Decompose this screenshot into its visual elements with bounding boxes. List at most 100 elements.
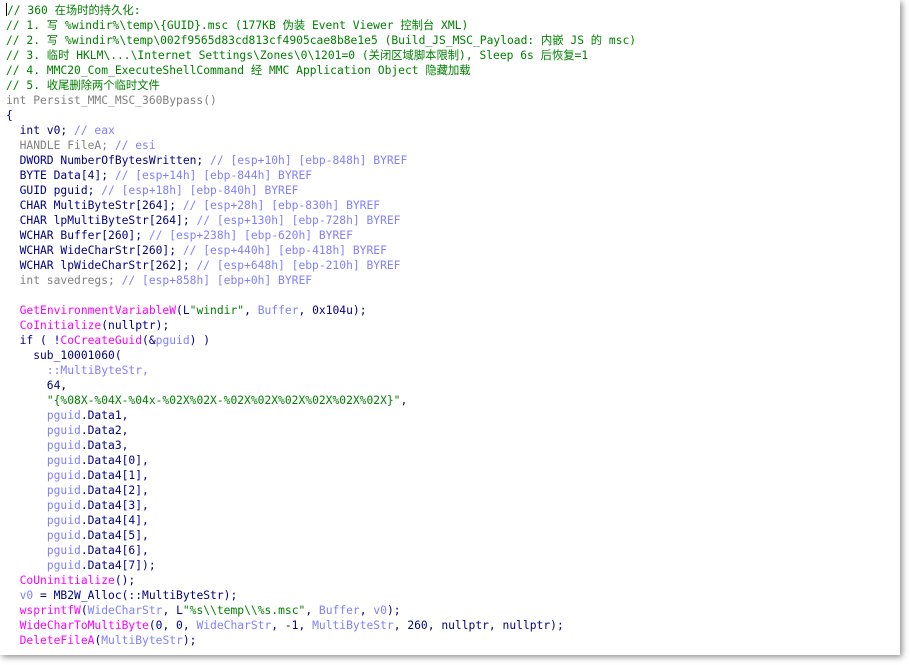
code-line[interactable]: pguid.Data4[4], bbox=[6, 513, 636, 528]
code-line[interactable]: { bbox=[6, 108, 636, 123]
code-token: HANDLE FileA; bbox=[6, 139, 115, 152]
code-token: { bbox=[6, 109, 13, 122]
code-line[interactable]: if ( !CoCreateGuid(&pguid) ) bbox=[6, 333, 636, 348]
code-token: pguid bbox=[46, 454, 81, 467]
code-token: , 260, nullptr, nullptr); bbox=[393, 619, 564, 632]
code-token: WideCharToMultiByte bbox=[19, 619, 149, 632]
code-line[interactable]: CoInitialize(nullptr); bbox=[6, 318, 636, 333]
pseudocode-window: // 360 在场时的持久化: // 1. 写 %windir%\temp\{GU… bbox=[0, 0, 900, 655]
code-line[interactable]: pguid.Data4[6], bbox=[6, 543, 636, 558]
code-token: ::MultiByteStr, bbox=[6, 364, 149, 377]
code-token: ( bbox=[80, 604, 88, 617]
code-line[interactable]: // 360 在场时的持久化: bbox=[6, 3, 636, 18]
code-line[interactable]: pguid.Data1, bbox=[6, 408, 636, 423]
code-token: ); bbox=[182, 634, 197, 647]
code-token: "{%08X-%04X-%04x-%02X%02X-%02X%02X%02X%0… bbox=[46, 394, 401, 407]
code-line[interactable]: "{%08X-%04X-%04x-%02X%02X-%02X%02X%02X%0… bbox=[6, 393, 636, 408]
code-line[interactable]: HANDLE FileA; // esi bbox=[6, 138, 636, 153]
code-line[interactable]: v0 = MB2W_Alloc(::MultiByteStr); bbox=[6, 588, 636, 603]
code-line[interactable]: pguid.Data4[3], bbox=[6, 498, 636, 513]
code-line[interactable]: // 5. 收尾删除两个临时文件 bbox=[6, 78, 636, 93]
code-token: int v0; bbox=[6, 124, 75, 137]
code-line[interactable]: BYTE Data[4]; // [esp+14h] [ebp-844h] BY… bbox=[6, 168, 636, 183]
code-line[interactable]: sub_10001060( bbox=[6, 348, 636, 363]
code-token: , bbox=[400, 394, 408, 407]
code-token: // eax bbox=[74, 124, 115, 137]
code-token: // 1. 写 %windir%\temp\{GUID}.msc (177KB … bbox=[6, 19, 469, 32]
code-token: wsprintfW bbox=[19, 604, 81, 617]
code-line[interactable]: // 1. 写 %windir%\temp\{GUID}.msc (177KB … bbox=[6, 18, 636, 33]
code-token: WCHAR WideCharStr[260]; bbox=[6, 244, 183, 257]
code-token: CHAR MultiByteStr[264]; bbox=[6, 199, 183, 212]
code-line[interactable]: pguid.Data4[7]); bbox=[6, 558, 636, 573]
code-token: CoInitialize bbox=[19, 319, 102, 332]
code-line[interactable]: pguid.Data4[0], bbox=[6, 453, 636, 468]
code-token: WideCharStr bbox=[87, 604, 163, 617]
code-token: WCHAR lpWideCharStr[262]; bbox=[6, 259, 197, 272]
code-line[interactable]: CoUninitialize(); bbox=[6, 573, 636, 588]
code-line[interactable]: ::MultiByteStr, bbox=[6, 363, 636, 378]
code-token: MultiByteStr bbox=[101, 634, 183, 647]
code-token: pguid bbox=[46, 484, 81, 497]
code-line[interactable]: int Persist_MMC_MSC_360Bypass() bbox=[6, 93, 636, 108]
code-line[interactable]: pguid.Data3, bbox=[6, 438, 636, 453]
code-token: ) ) bbox=[189, 334, 211, 347]
code-line[interactable]: // 4. MMC20_Com_ExecuteShellCommand 经 MM… bbox=[6, 63, 636, 78]
code-line[interactable]: WCHAR Buffer[260]; // [esp+238h] [ebp-62… bbox=[6, 228, 636, 243]
code-line[interactable]: CHAR lpMultiByteStr[264]; // [esp+130h] … bbox=[6, 213, 636, 228]
code-line[interactable]: WideCharToMultiByte(0, 0, WideCharStr, -… bbox=[6, 618, 636, 633]
code-line[interactable]: int savedregs; // [esp+858h] [ebp+0h] BY… bbox=[6, 273, 636, 288]
code-token: BYTE Data[4]; bbox=[6, 169, 115, 182]
code-token: // [esp+440h] [ebp-418h] BYREF bbox=[182, 244, 387, 257]
code-token: int savedregs; bbox=[6, 274, 122, 287]
code-line[interactable]: wsprintfW(WideCharStr, L"%s\\temp\\%s.ms… bbox=[6, 603, 636, 618]
code-token: DWORD NumberOfBytesWritten; bbox=[6, 154, 211, 167]
code-token: GetEnvironmentVariableW bbox=[19, 304, 177, 317]
code-token: // [esp+28h] [ebp-830h] BYREF bbox=[182, 199, 381, 212]
code-token: , bbox=[244, 304, 258, 317]
code-line[interactable]: WCHAR WideCharStr[260]; // [esp+440h] [e… bbox=[6, 243, 636, 258]
code-token: pguid bbox=[46, 439, 81, 452]
code-token: .Data3, bbox=[80, 439, 129, 452]
code-token: ); bbox=[386, 604, 401, 617]
code-token: v0 bbox=[19, 589, 34, 602]
code-line[interactable]: pguid.Data4[2], bbox=[6, 483, 636, 498]
code-line[interactable]: GetEnvironmentVariableW(L"windir", Buffe… bbox=[6, 303, 636, 318]
code-token: = MB2W_Alloc(::MultiByteStr); bbox=[33, 589, 238, 602]
code-line[interactable]: pguid.Data4[5], bbox=[6, 528, 636, 543]
code-token: Buffer bbox=[318, 604, 360, 617]
code-line[interactable]: DeleteFileA(MultiByteStr); bbox=[6, 633, 636, 648]
code-line[interactable] bbox=[6, 288, 636, 303]
pseudocode-view[interactable]: // 360 在场时的持久化: // 1. 写 %windir%\temp\{GU… bbox=[6, 3, 636, 648]
code-line[interactable]: pguid.Data4[1], bbox=[6, 468, 636, 483]
code-token: CoUninitialize bbox=[19, 574, 115, 587]
code-line[interactable]: GUID pguid; // [esp+18h] [ebp-840h] BYRE… bbox=[6, 183, 636, 198]
code-line[interactable]: DWORD NumberOfBytesWritten; // [esp+10h]… bbox=[6, 153, 636, 168]
code-line[interactable]: int v0; // eax bbox=[6, 123, 636, 138]
code-line[interactable]: CHAR MultiByteStr[264]; // [esp+28h] [eb… bbox=[6, 198, 636, 213]
code-token: , bbox=[305, 604, 319, 617]
code-token: // esi bbox=[114, 139, 156, 152]
code-token: // 2. 写 %windir%\temp\002f9565d83cd813cf… bbox=[6, 34, 637, 47]
code-token: (); bbox=[114, 574, 136, 587]
code-token: 64, bbox=[6, 379, 68, 392]
code-line[interactable]: pguid.Data2, bbox=[6, 423, 636, 438]
code-token: sub_10001060( bbox=[6, 349, 122, 362]
code-line[interactable]: // 2. 写 %windir%\temp\002f9565d83cd813cf… bbox=[6, 33, 636, 48]
code-token: pguid bbox=[46, 499, 81, 512]
code-line[interactable]: WCHAR lpWideCharStr[262]; // [esp+648h] … bbox=[6, 258, 636, 273]
code-token: WCHAR Buffer[260]; bbox=[6, 229, 149, 242]
code-line[interactable]: 64, bbox=[6, 378, 636, 393]
code-token: // 5. 收尾删除两个临时文件 bbox=[6, 79, 160, 92]
code-token: v0 bbox=[373, 604, 387, 617]
code-line[interactable]: // 3. 临时 HKLM\...\Internet Settings\Zone… bbox=[6, 48, 636, 63]
code-token: DeleteFileA bbox=[19, 634, 95, 647]
